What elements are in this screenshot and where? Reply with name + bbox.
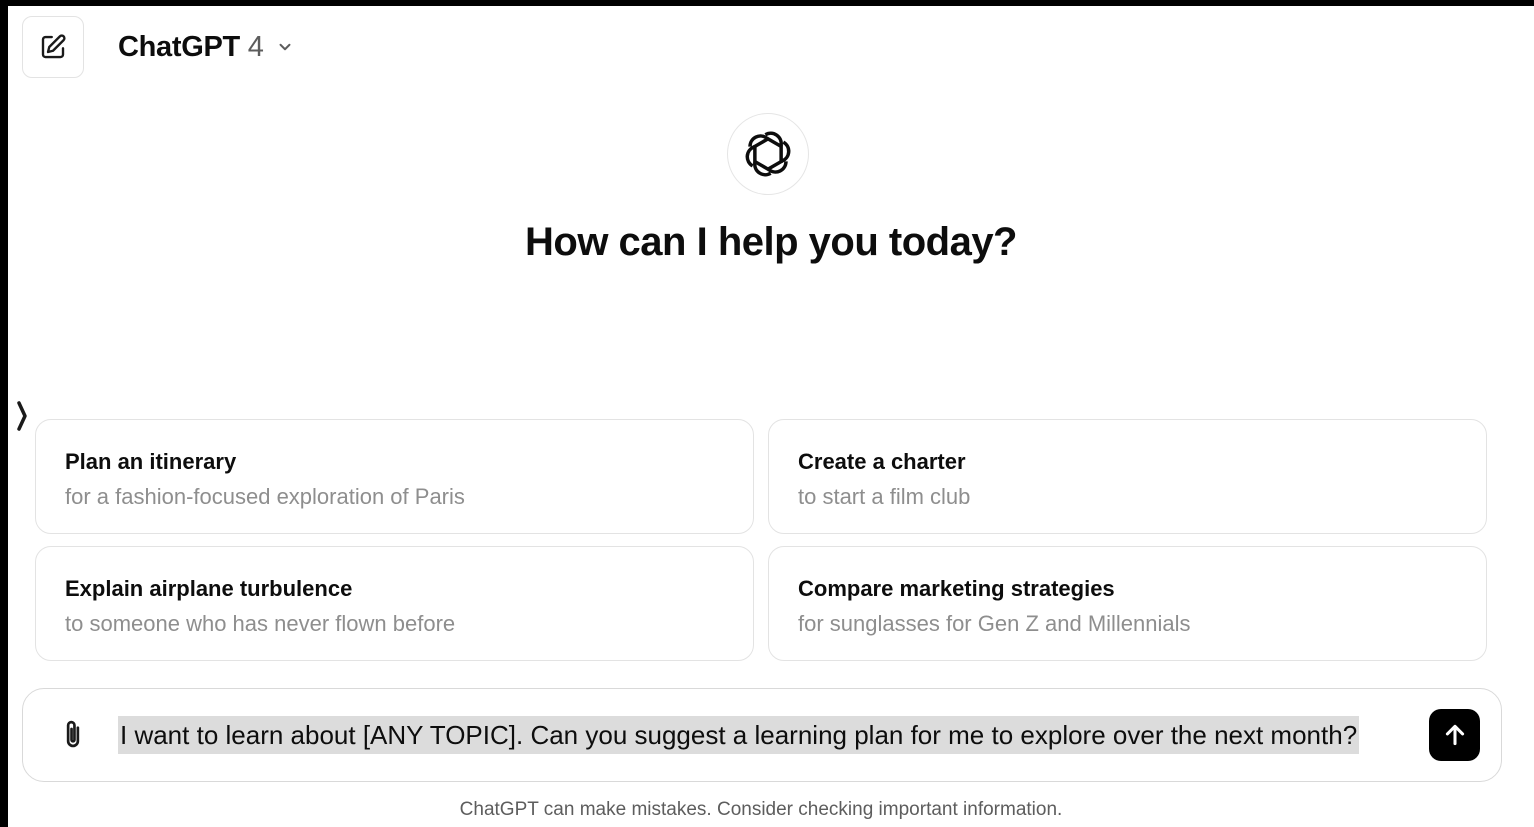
- suggestion-subtitle: to start a film club: [798, 484, 971, 509]
- suggestion-card[interactable]: Explain airplane turbulence to someone w…: [35, 546, 754, 661]
- suggestion-card[interactable]: Create a charter to start a film club: [768, 419, 1487, 534]
- suggestion-title: Create a charter: [798, 449, 966, 474]
- model-name-label: ChatGPT: [118, 30, 240, 63]
- arrow-up-icon: [1445, 724, 1464, 746]
- page-title: How can I help you today?: [525, 220, 1018, 264]
- model-switcher[interactable]: ChatGPT 4: [118, 28, 294, 66]
- suggestion-card[interactable]: Plan an itinerary for a fashion-focused …: [35, 419, 754, 534]
- disclaimer-text: ChatGPT can make mistakes. Consider chec…: [459, 799, 1063, 820]
- message-input[interactable]: I want to learn about [ANY TOPIC]. Can y…: [118, 716, 1360, 754]
- model-name: ChatGPT 4: [118, 31, 264, 64]
- send-button[interactable]: [1429, 709, 1480, 761]
- new-chat-button[interactable]: [22, 16, 84, 78]
- paperclip-icon: [66, 720, 80, 748]
- suggestion-card[interactable]: Compare marketing strategies for sunglas…: [768, 546, 1487, 661]
- suggestion-title: Plan an itinerary: [65, 449, 237, 474]
- sidebar-toggle[interactable]: [12, 398, 32, 434]
- suggestion-subtitle: for sunglasses for Gen Z and Millennials: [798, 611, 1191, 636]
- message-composer[interactable]: I want to learn about [ANY TOPIC]. Can y…: [22, 688, 1502, 782]
- chevron-down-icon: [279, 43, 291, 51]
- openai-logo: [727, 113, 809, 195]
- suggestion-subtitle: for a fashion-focused exploration of Par…: [65, 484, 465, 509]
- suggestion-subtitle: to someone who has never flown before: [65, 611, 456, 636]
- chat-window: ChatGPT 4 How can I help you today? Plan…: [8, 6, 1534, 827]
- openai-logo-icon: [741, 130, 795, 178]
- suggestion-title: Explain airplane turbulence: [65, 576, 353, 601]
- model-version: 4: [247, 30, 264, 63]
- suggestion-title: Compare marketing strategies: [798, 576, 1115, 601]
- pencil-square-icon: [41, 34, 66, 59]
- attach-file-button[interactable]: [53, 715, 93, 755]
- chevron-right-icon: [17, 401, 27, 431]
